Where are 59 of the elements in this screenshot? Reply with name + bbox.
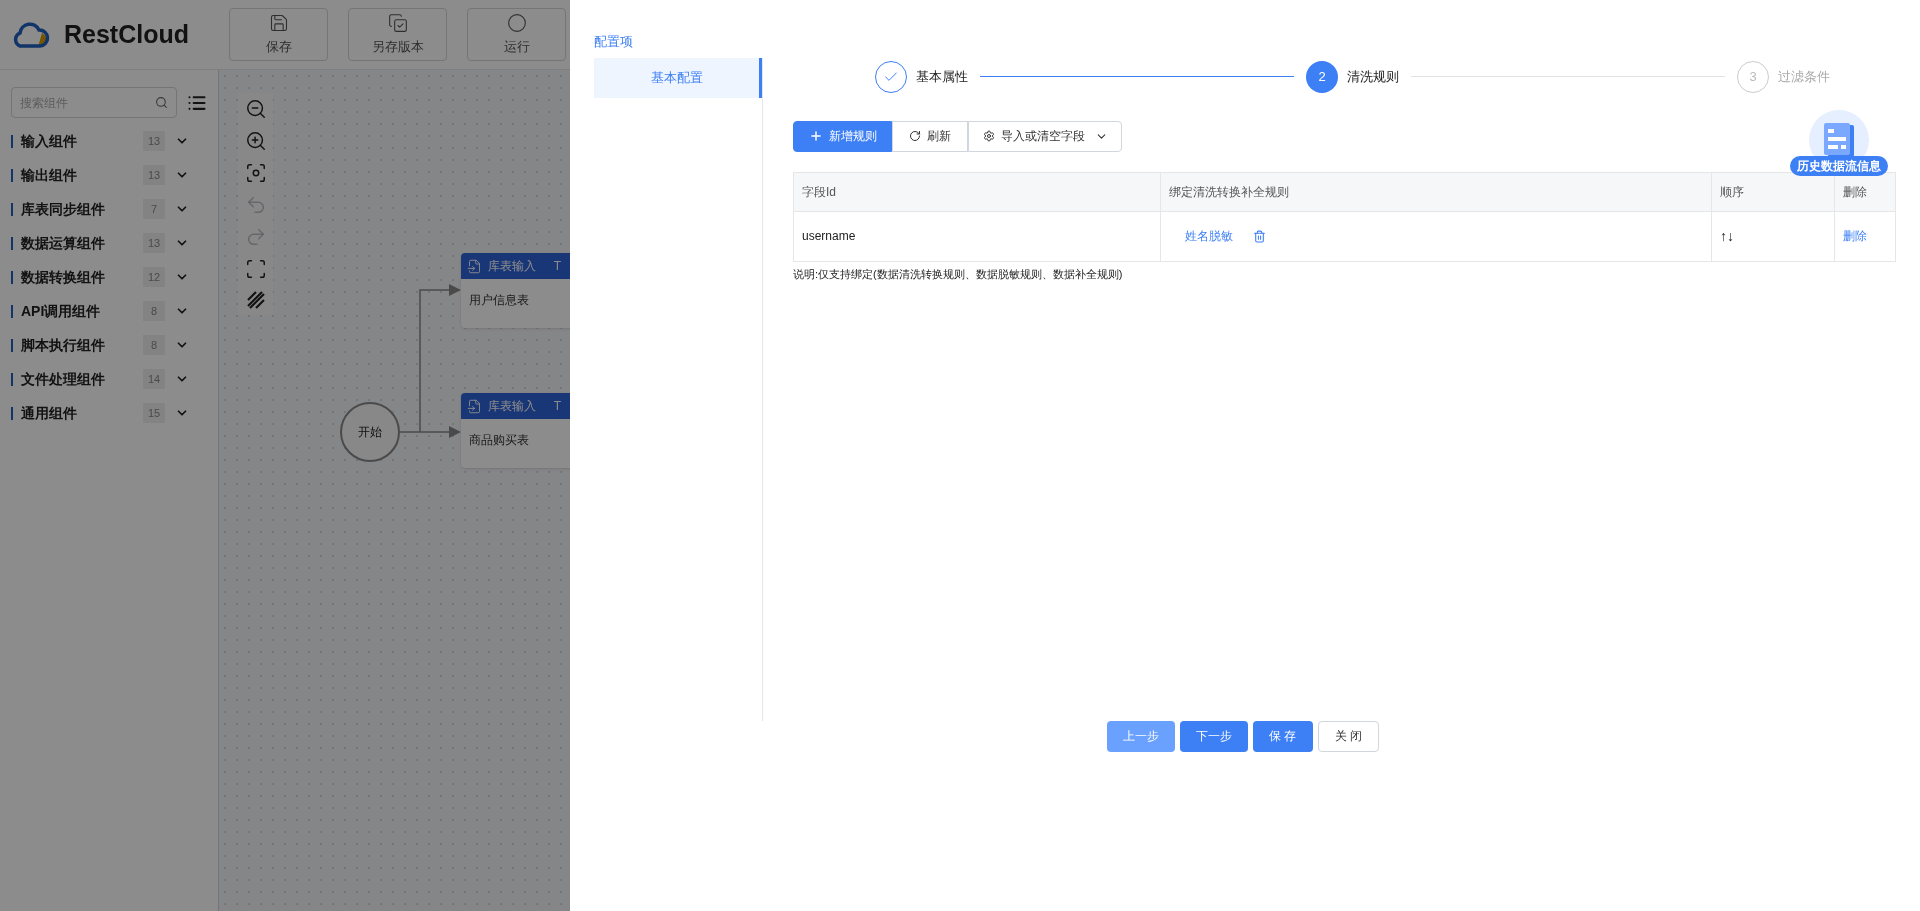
fit-view-icon[interactable] [244, 162, 267, 184]
group-label[interactable]: 输出组件 [21, 164, 143, 186]
group-label[interactable]: 数据运算组件 [21, 232, 143, 254]
add-rule-button[interactable]: 新增规则 [793, 120, 892, 152]
hatch-icon[interactable] [245, 290, 266, 310]
toolbar-button[interactable]: 保存 [229, 8, 328, 61]
note-text: 说明:仅支持绑定(数据清洗转换规则、数据脱敏规则、数据补全规则) [793, 266, 1124, 282]
start-node[interactable]: 开始 [340, 402, 400, 462]
refresh-icon [909, 130, 921, 142]
document-icon [1824, 122, 1854, 157]
order-arrows[interactable]: ↑↓ [1720, 225, 1734, 247]
group-label[interactable]: 文件处理组件 [21, 368, 143, 390]
gear-icon [982, 130, 995, 142]
toolbar-button[interactable]: 另存版本 [348, 8, 447, 61]
app-logo-text: RestCloud [64, 18, 189, 50]
count-badge: 13 [143, 165, 165, 185]
count-badge: 13 [143, 131, 165, 151]
column-header: 绑定清洗转换补全规则 [1161, 172, 1712, 211]
plus-icon [808, 129, 823, 143]
refresh-button[interactable]: 刷新 [892, 120, 968, 152]
count-badge: 7 [143, 199, 165, 219]
nav-title: 配置项 [593, 33, 633, 51]
table-cell: username [794, 211, 1161, 261]
node-name: 商品购买表 [468, 432, 530, 449]
step-label: 清洗规则 [1347, 67, 1399, 86]
group-label[interactable]: 输入组件 [21, 130, 143, 152]
node-tag: T [553, 397, 575, 415]
table-input-icon [467, 258, 482, 274]
trash-icon[interactable] [1253, 229, 1266, 243]
step-label: 基本属性 [916, 67, 968, 86]
cloud-logo-icon [12, 20, 52, 49]
group-label[interactable]: 数据转换组件 [21, 266, 143, 288]
nav-item[interactable]: 基本配置 [594, 57, 762, 98]
node-name: 用户信息表 [468, 292, 530, 309]
table-input-icon [467, 398, 482, 414]
frame-icon[interactable] [244, 258, 267, 280]
group-label[interactable]: 通用组件 [21, 402, 143, 424]
rule-tag[interactable]: 姓名脱敏 [1185, 227, 1233, 245]
group-label[interactable]: API调用组件 [21, 300, 143, 322]
count-badge: 14 [143, 369, 165, 389]
import-dropdown-button[interactable]: 导入或清空字段 [968, 120, 1122, 152]
zoom-in-icon[interactable] [244, 130, 267, 152]
footer-button[interactable]: 下一步 [1179, 720, 1248, 752]
group-label[interactable]: 库表同步组件 [21, 198, 143, 220]
delete-link[interactable]: 删除 [1843, 227, 1867, 245]
toolbar-button[interactable]: 运行 [467, 8, 566, 61]
search-icon [155, 96, 168, 109]
count-badge: 13 [143, 233, 165, 253]
history-badge[interactable]: 历史数据流信息 [1790, 155, 1888, 176]
zoom-out-icon[interactable] [244, 98, 267, 120]
node-type: 库表输入 [488, 258, 536, 275]
column-header: 字段Id [794, 172, 1161, 211]
footer-button[interactable]: 保 存 [1252, 720, 1313, 752]
node-type: 库表输入 [488, 398, 536, 415]
group-label[interactable]: 脚本执行组件 [21, 334, 143, 356]
footer-button[interactable]: 关 闭 [1317, 720, 1380, 752]
step-label: 过滤条件 [1778, 67, 1830, 86]
column-header: 删除 [1842, 183, 1868, 201]
node-tag: T [553, 257, 575, 275]
